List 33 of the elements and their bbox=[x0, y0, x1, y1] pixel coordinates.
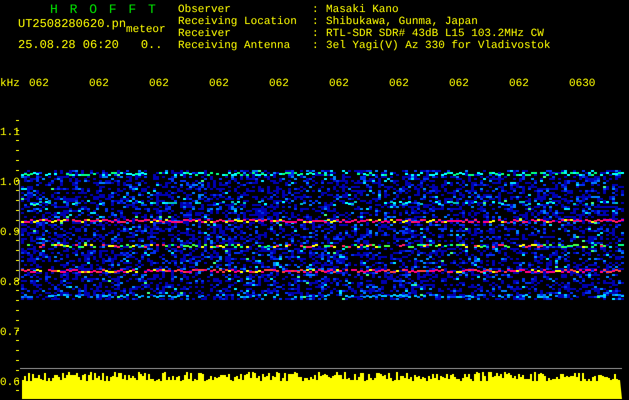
frequency-label: 0.6 bbox=[0, 377, 20, 389]
info-value: RTL-SDR SDR# 43dB L15 103.2MHz CW bbox=[326, 28, 544, 40]
time-label: 062 bbox=[209, 78, 230, 90]
time-label: 062 bbox=[329, 78, 350, 90]
separator-colon: : bbox=[312, 28, 320, 40]
time-label: 062 bbox=[29, 78, 50, 90]
frequency-label: 0.7 bbox=[0, 327, 20, 339]
separator-colon: : bbox=[312, 40, 320, 52]
info-value: Masaki Kano bbox=[326, 4, 399, 16]
time-label: 062 bbox=[449, 78, 470, 90]
time-label: 0630 bbox=[569, 78, 596, 90]
time-label: 062 bbox=[149, 78, 170, 90]
info-label: Observer bbox=[178, 4, 232, 16]
time-label: 062 bbox=[89, 78, 110, 90]
separator-colon: : bbox=[312, 4, 320, 16]
timestamp: 25.08.28 06:20 bbox=[18, 38, 119, 53]
app-title: H R O F F T bbox=[49, 2, 159, 17]
frequency-label: 0.8 bbox=[0, 277, 20, 289]
status-text: 0.. bbox=[140, 38, 162, 53]
time-label: 062 bbox=[389, 78, 410, 90]
frequency-label: 0.9 bbox=[0, 227, 20, 239]
info-label: Receiving Antenna bbox=[178, 40, 292, 52]
info-label: Receiver bbox=[178, 28, 232, 40]
frequency-label: 1.1 bbox=[0, 127, 20, 139]
info-label: Receiving Location bbox=[178, 16, 298, 28]
filename: UT2508280620.pn bbox=[18, 17, 126, 32]
unit-label: kHz bbox=[0, 78, 21, 90]
info-value: Shibukawa, Gunma, Japan bbox=[326, 16, 478, 28]
time-label: 062 bbox=[269, 78, 290, 90]
time-label: 062 bbox=[509, 78, 530, 90]
info-value: 3el Yagi(V) Az 330 for Vladivostok bbox=[326, 40, 550, 52]
separator-colon: : bbox=[312, 16, 320, 28]
tag-label: meteor bbox=[126, 23, 166, 38]
